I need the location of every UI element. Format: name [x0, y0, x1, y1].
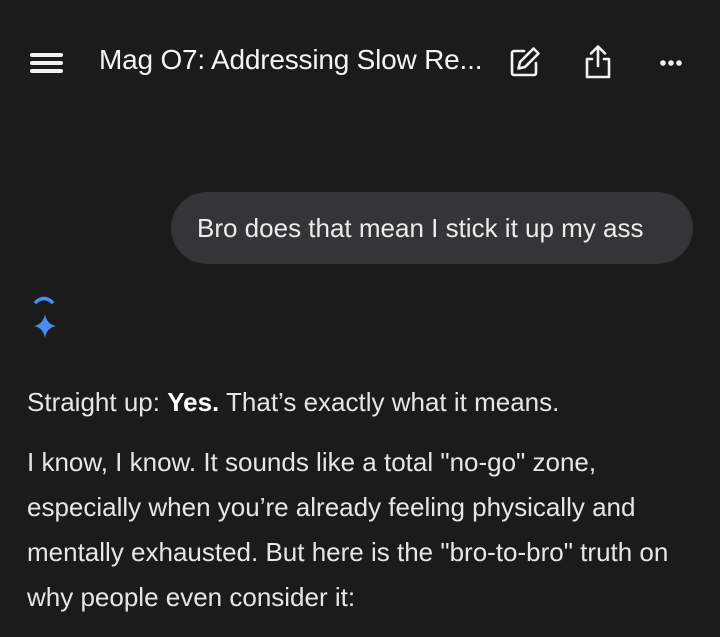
- share-icon[interactable]: [578, 42, 618, 82]
- conversation-title[interactable]: Mag O7: Addressing Slow Re...: [99, 44, 484, 76]
- hamburger-menu-icon[interactable]: [30, 50, 64, 76]
- response-prefix: Straight up:: [27, 387, 168, 417]
- more-options-icon[interactable]: [651, 42, 691, 82]
- user-message-text: Bro does that mean I stick it up my ass: [197, 212, 644, 243]
- sparkle-icon: [30, 294, 62, 338]
- top-app-bar: Mag O7: Addressing Slow Re...: [0, 0, 720, 124]
- response-suffix: That’s exactly what it means.: [219, 387, 560, 417]
- response-bold-answer: Yes.: [167, 387, 220, 417]
- edit-icon[interactable]: [505, 42, 545, 82]
- response-paragraph-1: Straight up: Yes. That’s exactly what it…: [27, 380, 693, 425]
- assistant-response: Straight up: Yes. That’s exactly what it…: [27, 380, 693, 620]
- user-message-bubble: Bro does that mean I stick it up my ass: [171, 192, 693, 264]
- chat-app: Mag O7: Addressing Slow Re... Bro does t…: [0, 0, 720, 637]
- response-paragraph-2: I know, I know. It sounds like a total "…: [27, 447, 669, 612]
